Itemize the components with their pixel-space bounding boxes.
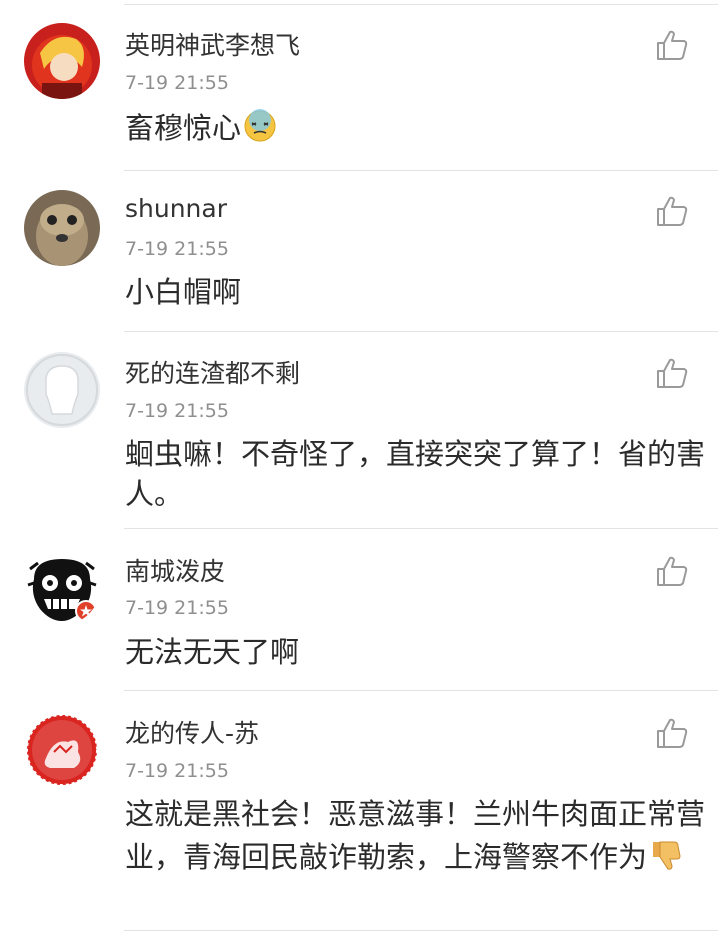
username[interactable]: 英明神武李想飞 (125, 26, 300, 62)
comment-text: 小白帽啊 (125, 275, 242, 309)
avatar[interactable] (24, 549, 100, 625)
comment-text: 无法无天了啊 (125, 635, 300, 669)
comment-body: 这就是黑社会！恶意滋事！兰州牛肉面正常营业，青海回民敲诈勒索，上海警察不作为 (125, 797, 706, 874)
thumbs-up-icon[interactable] (655, 194, 689, 228)
comment-text: 这就是黑社会！恶意滋事！兰州牛肉面正常营业，青海回民敲诈勒索，上海警察不作为 (125, 793, 705, 879)
divider (124, 170, 718, 171)
timestamp: 7-19 21:55 (125, 400, 229, 422)
comment-text: 畜穆惊心 (125, 108, 705, 148)
dizzy-face-emoji (244, 109, 276, 142)
avatar[interactable] (24, 23, 100, 99)
avatar[interactable] (24, 352, 100, 428)
comment-body: 畜穆惊心 (125, 111, 242, 145)
comment-text: 蛔虫嘛！不奇怪了，直接突突了算了！省的害人。 (125, 437, 706, 511)
divider (124, 528, 718, 529)
username[interactable]: 南城泼皮 (125, 552, 225, 588)
thumbs-up-icon[interactable] (655, 554, 689, 588)
divider (124, 930, 718, 931)
divider (124, 331, 718, 332)
username[interactable]: shunnar (125, 194, 227, 223)
thumbs-down-emoji (653, 841, 681, 870)
thumbs-up-icon[interactable] (655, 716, 689, 750)
avatar[interactable] (24, 712, 100, 788)
timestamp: 7-19 21:55 (125, 597, 229, 619)
thumbs-up-icon[interactable] (655, 356, 689, 390)
divider (124, 690, 718, 691)
username[interactable]: 死的连渣都不剩 (125, 354, 300, 390)
thumbs-up-icon[interactable] (655, 28, 689, 62)
timestamp: 7-19 21:55 (125, 760, 229, 782)
divider (124, 4, 718, 5)
timestamp: 7-19 21:55 (125, 72, 229, 94)
avatar[interactable] (24, 190, 100, 266)
username[interactable]: 龙的传人-苏 (125, 714, 259, 750)
timestamp: 7-19 21:55 (125, 238, 229, 260)
